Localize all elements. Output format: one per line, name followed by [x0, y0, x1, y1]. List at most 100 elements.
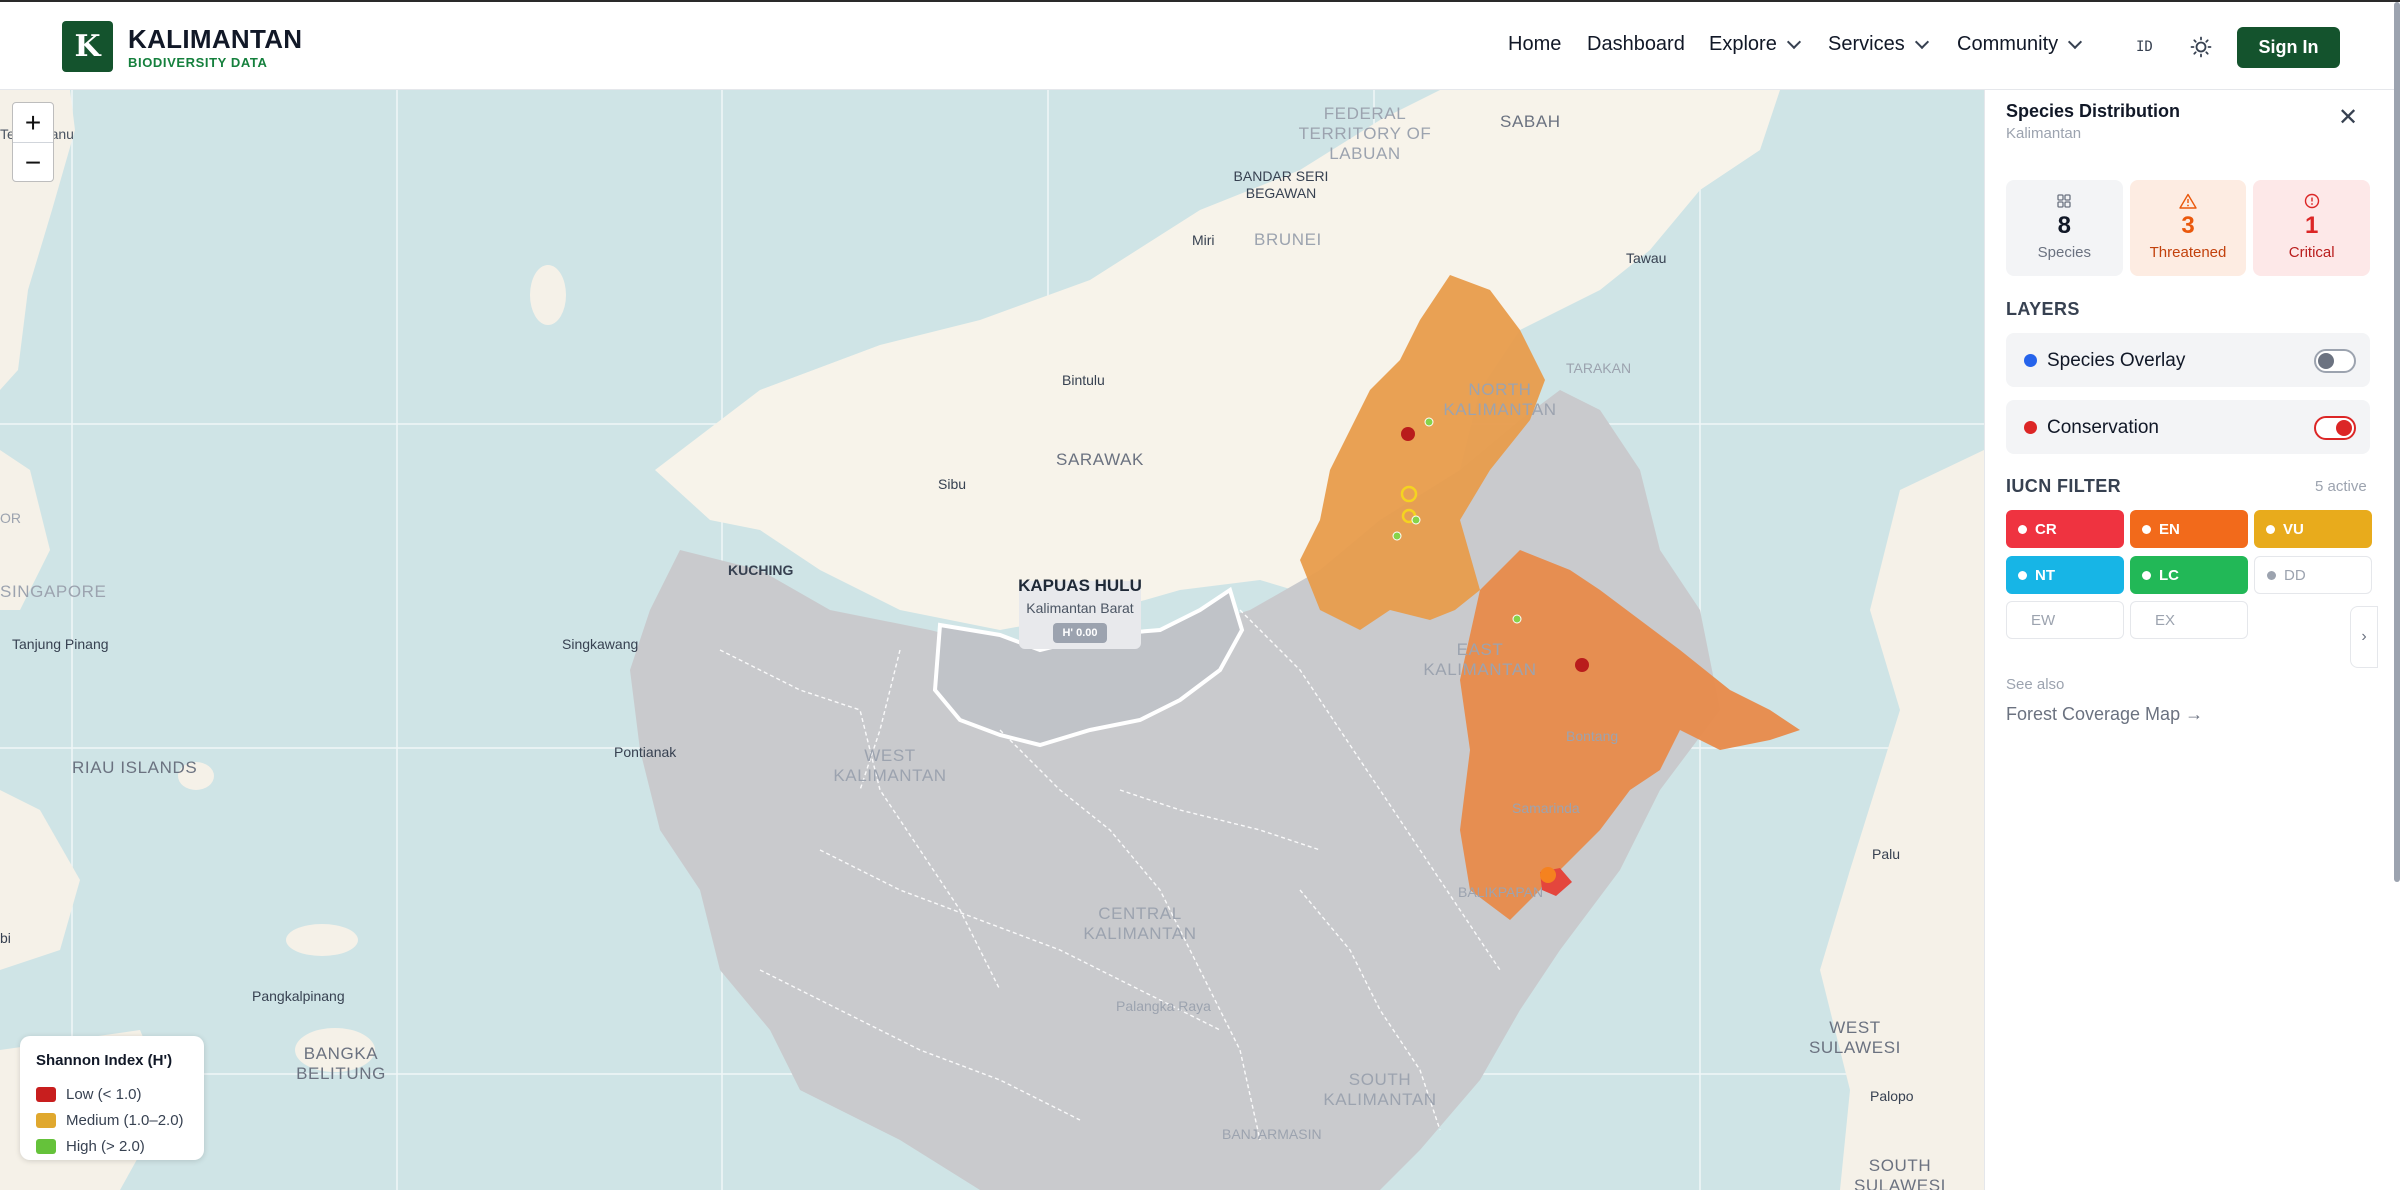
language-toggle[interactable]: ID: [2136, 39, 2153, 55]
iucn-chip-nt[interactable]: NT: [2006, 556, 2124, 594]
region-label: CENTRAL KALIMANTAN: [1083, 904, 1197, 943]
toggle-knob: [2318, 353, 2334, 369]
sun-icon[interactable]: [2190, 36, 2212, 58]
iucn-chip-ew[interactable]: EW: [2006, 601, 2124, 639]
species-overlay-toggle[interactable]: [2314, 349, 2356, 373]
legend-item-high: High (> 2.0): [36, 1133, 188, 1159]
region-label: RIAU ISLANDS: [72, 758, 198, 777]
region-label: SINGAPORE: [0, 582, 107, 601]
place-label: Bontang: [1566, 728, 1619, 744]
legend-item-low: Low (< 1.0): [36, 1081, 188, 1107]
conservation-toggle[interactable]: [2314, 416, 2356, 440]
layer-label: Conservation: [2047, 417, 2159, 438]
layer-color-dot: [2024, 421, 2037, 434]
place-label: Bintulu: [1062, 372, 1105, 388]
chevron-down-icon: [1914, 34, 1929, 49]
chip-label: EW: [2031, 611, 2056, 629]
place-label: Samarinda: [1512, 800, 1580, 816]
chip-label: EN: [2159, 520, 2180, 538]
stat-value: 1: [2305, 212, 2319, 239]
place-label: Tanjung Pinang: [12, 636, 109, 652]
nav-home[interactable]: Home: [1508, 33, 1561, 56]
region-label: BANGKA BELITUNG: [296, 1044, 386, 1083]
iucn-chip-lc[interactable]: LC: [2130, 556, 2248, 594]
region-tooltip: KAPUAS HULU Kalimantan Barat H' 0.00: [1018, 576, 1142, 649]
tooltip-subtitle: Kalimantan Barat: [1026, 600, 1134, 616]
nav-dashboard[interactable]: Dashboard: [1587, 33, 1685, 56]
place-label: KUCHING: [728, 562, 794, 578]
layer-label: Species Overlay: [2047, 350, 2186, 371]
map-canvas[interactable]: Terengganu FEDERAL TERRITORY OF LABUAN S…: [0, 90, 1984, 1190]
legend-swatch: [36, 1138, 56, 1154]
warning-icon: [2130, 192, 2247, 210]
page-scrollbar[interactable]: [2394, 2, 2400, 882]
iucn-chip-ex[interactable]: EX: [2130, 601, 2248, 639]
place-label: bi: [0, 930, 11, 946]
iucn-chip-vu[interactable]: VU: [2254, 510, 2372, 548]
region-label: SOUTH SULAWESI: [1853, 1156, 1947, 1190]
region-label: EAST KALIMANTAN: [1423, 640, 1537, 679]
place-label: Palangka Raya: [1116, 998, 1211, 1014]
iucn-active-count: 5 active: [2315, 478, 2367, 495]
chip-dot: [2267, 570, 2276, 580]
layer-species-overlay[interactable]: Species Overlay: [2006, 333, 2370, 387]
logo[interactable]: K: [62, 21, 113, 72]
region-label-text: FEDERAL TERRITORY OF LABUAN: [1298, 104, 1432, 163]
iucn-chip-dd[interactable]: DD: [2254, 556, 2372, 594]
zoom-in-button[interactable]: +: [13, 103, 53, 143]
brand-title[interactable]: KALIMANTAN: [128, 24, 302, 55]
legend-swatch: [36, 1086, 56, 1102]
panel-subtitle: Kalimantan: [2006, 125, 2082, 142]
layers-heading: LAYERS: [2006, 299, 2080, 319]
panel-title: Species Distribution: [2006, 101, 2181, 121]
chip-dot: [2018, 524, 2027, 534]
chip-label: VU: [2283, 520, 2304, 538]
place-label: Palopo: [1870, 1088, 1914, 1104]
layer-conservation[interactable]: Conservation: [2006, 400, 2370, 454]
place-label: BALIKPAPAN: [1458, 884, 1544, 900]
legend-swatch: [36, 1112, 56, 1128]
stat-label: Species: [2037, 244, 2092, 261]
stats-row: 8 Species 3 Threatened 1 Critical: [2006, 180, 2371, 276]
legend-label: High (> 2.0): [66, 1137, 145, 1155]
iucn-chip-cr[interactable]: CR: [2006, 510, 2124, 548]
chip-label: CR: [2035, 520, 2057, 538]
chevron-right-icon[interactable]: ›: [2350, 606, 2378, 668]
map-svg: [0, 90, 1984, 1190]
chevron-down-icon: [2068, 34, 2083, 49]
stat-critical: 1 Critical: [2253, 180, 2371, 276]
region-label: SABAH: [1500, 112, 1561, 131]
brand-subtitle: BIODIVERSITY DATA: [128, 55, 268, 70]
alert-circle-icon: [2253, 192, 2370, 210]
region-label: WEST KALIMANTAN: [833, 746, 947, 785]
close-icon[interactable]: ✕: [2337, 106, 2359, 130]
place-label: Singkawang: [562, 636, 639, 652]
region-label: WEST SULAWESI: [1808, 1018, 1902, 1057]
chip-label: NT: [2035, 566, 2055, 584]
place-label: Sibu: [938, 476, 967, 492]
nav-services[interactable]: Services: [1828, 33, 1929, 56]
chip-dot: [2142, 570, 2151, 580]
layer-color-dot: [2024, 354, 2037, 367]
zoom-control: + −: [12, 102, 54, 182]
nav-dashboard-label: Dashboard: [1587, 33, 1685, 55]
chip-label: LC: [2159, 566, 2179, 584]
shannon-legend: Shannon Index (H') Low (< 1.0) Medium (1…: [20, 1036, 204, 1160]
nav-explore[interactable]: Explore: [1709, 33, 1801, 56]
nav-community[interactable]: Community: [1957, 33, 2083, 56]
forest-coverage-link[interactable]: Forest Coverage Map →: [2006, 704, 2203, 725]
sign-in-button[interactable]: Sign In: [2237, 27, 2340, 68]
place-label: Pontianak: [614, 744, 677, 760]
zoom-out-button[interactable]: −: [13, 143, 53, 183]
toggle-knob: [2336, 420, 2352, 436]
tooltip-title: KAPUAS HULU: [1018, 576, 1142, 595]
legend-item-medium: Medium (1.0–2.0): [36, 1107, 188, 1133]
iucn-chip-en[interactable]: EN: [2130, 510, 2248, 548]
place-label: TARAKAN: [1566, 360, 1632, 376]
region-label: SOUTH KALIMANTAN: [1323, 1070, 1437, 1109]
region-label: FEDERAL TERRITORY OF LABUAN: [1290, 104, 1440, 164]
place-label: Tawau: [1626, 250, 1667, 266]
legend-label: Medium (1.0–2.0): [66, 1111, 184, 1129]
iucn-heading: IUCN FILTER: [2006, 476, 2122, 496]
stat-label: Critical: [2288, 244, 2335, 261]
